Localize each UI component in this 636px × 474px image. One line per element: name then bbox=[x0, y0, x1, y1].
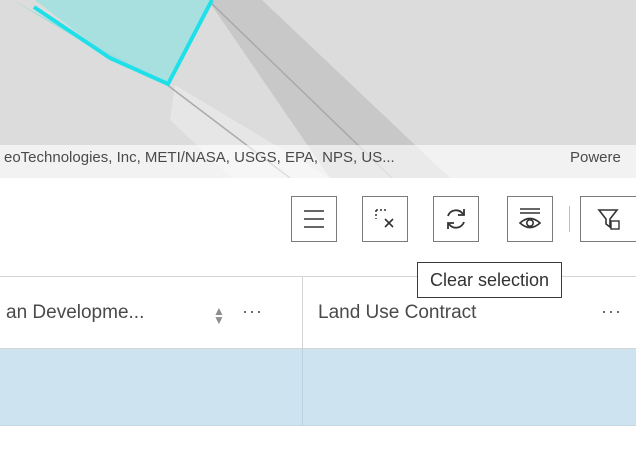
map-attribution: eoTechnologies, Inc, METI/NASA, USGS, EP… bbox=[0, 145, 636, 178]
table-cell[interactable] bbox=[0, 349, 303, 425]
show-selected-button[interactable] bbox=[507, 196, 553, 242]
table-row[interactable] bbox=[0, 349, 636, 426]
filter-by-map-icon bbox=[596, 209, 620, 230]
toolbar-separator bbox=[569, 206, 570, 232]
column-header[interactable]: an Developme... ▲ ▼ ··· bbox=[0, 277, 303, 349]
refresh-icon bbox=[447, 209, 465, 229]
menu-button[interactable] bbox=[291, 196, 337, 242]
column-header-label: Land Use Contract bbox=[318, 302, 477, 323]
filter-by-map-button[interactable] bbox=[580, 196, 636, 242]
table-cell[interactable] bbox=[303, 349, 636, 425]
hamburger-menu-icon bbox=[304, 210, 324, 228]
refresh-button[interactable] bbox=[433, 196, 479, 242]
clear-selection-icon bbox=[375, 209, 394, 228]
column-header-label: an Developme... bbox=[6, 302, 145, 323]
show-selection-icon bbox=[518, 208, 542, 229]
more-options-icon[interactable]: ··· bbox=[242, 301, 263, 322]
map-view[interactable]: eoTechnologies, Inc, METI/NASA, USGS, EP… bbox=[0, 0, 636, 178]
attribute-table: an Developme... ▲ ▼ ··· Land Use Contract… bbox=[0, 276, 636, 426]
parcel-fill[interactable] bbox=[35, 0, 212, 84]
tooltip: Clear selection bbox=[417, 262, 563, 298]
clear-selection-button[interactable] bbox=[362, 196, 408, 242]
more-options-icon[interactable]: ··· bbox=[601, 301, 622, 322]
powered-by-text[interactable]: Powere bbox=[570, 145, 621, 171]
attribution-text: eoTechnologies, Inc, METI/NASA, USGS, EP… bbox=[4, 149, 395, 166]
sort-icon[interactable]: ▲ ▼ bbox=[213, 305, 225, 326]
